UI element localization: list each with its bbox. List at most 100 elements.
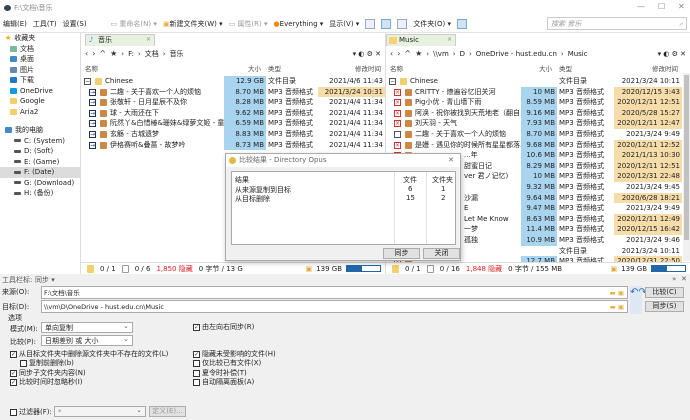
col-date[interactable]: 修改时间 <box>652 63 678 73</box>
option-checkbox[interactable]: 过滤器(F): <box>10 407 52 417</box>
define-filter-button[interactable]: 定义(E)... <box>149 406 186 417</box>
option-checkbox[interactable]: 复制前删除(b) <box>20 358 74 368</box>
maximize-button[interactable]: ☐ <box>658 2 665 11</box>
sync-checkbox[interactable]: × <box>394 89 401 96</box>
file-row[interactable]: −Chinese文件目录2021/3/24 10:11 <box>386 76 690 87</box>
path-segment[interactable]: 音乐 <box>170 49 184 59</box>
up-icon[interactable]: ^ <box>404 49 411 58</box>
sync-checkbox[interactable]: × <box>394 99 401 106</box>
checkbox-box[interactable] <box>193 370 200 377</box>
sidebar-drive[interactable]: H: (备份) <box>0 188 80 199</box>
tab-music[interactable]: ♪音乐× <box>85 34 155 46</box>
up-icon[interactable]: ^ <box>99 49 106 58</box>
sync-checkbox[interactable]: → <box>89 142 96 149</box>
sync-tool-icon[interactable] <box>457 19 467 29</box>
file-row[interactable]: 二趣 - 关于喜欢一个人的烦恼8.70 MBMP3 音频格式2021/3/24 … <box>386 129 690 140</box>
swap-icon[interactable]: ↶↷ <box>630 286 642 314</box>
dialog-close-button[interactable]: 关闭 <box>423 248 460 259</box>
checkbox-box[interactable] <box>10 409 17 416</box>
col-type[interactable]: 类型 <box>268 63 281 73</box>
source-field[interactable]: F:\文档\音乐▬ ▣ <box>41 286 628 299</box>
checkbox-box[interactable] <box>193 379 200 386</box>
menu-tools[interactable]: 工具(T) <box>33 19 57 29</box>
expand-icon[interactable]: − <box>84 78 91 85</box>
scrollbar-thumb[interactable] <box>684 75 689 240</box>
sidebar-item[interactable]: OneDrive <box>0 86 80 97</box>
viewer-icon[interactable] <box>397 19 407 29</box>
file-row[interactable]: →张敬轩 - 日月星辰不及你8.28 MBMP3 音频格式2021/4/4 11… <box>81 97 385 108</box>
sidebar-drive[interactable]: E: (Game) <box>0 157 80 168</box>
option-checkbox[interactable]: ✓由左向右同步(R) <box>193 322 254 332</box>
minimize-button[interactable]: — <box>637 2 645 11</box>
sync-checkbox[interactable]: → <box>89 89 96 96</box>
dialog-close-icon[interactable]: ✕ <box>448 154 454 167</box>
mode-select[interactable]: 单向复制 <box>41 322 133 333</box>
sync-checkbox[interactable]: → <box>89 131 96 138</box>
sync-checkbox[interactable] <box>394 131 401 138</box>
file-row[interactable]: →二趣 - 关于喜欢一个人的烦恼8.70 MBMP3 音频格式2021/3/24… <box>81 87 385 98</box>
sidebar-item[interactable]: 下载 <box>0 75 80 86</box>
path-segment[interactable]: OneDrive - hust.edu.cn <box>476 50 557 58</box>
path-segment[interactable]: F: <box>128 50 134 58</box>
file-row[interactable]: ×阿涣 - 祝你被找到天荒地老（翻自 ...9.16 MBMP3 音频格式202… <box>386 108 690 119</box>
folder-menu[interactable]: 文件夹(O) ▾ <box>413 19 451 29</box>
col-name[interactable]: 名称 <box>390 63 403 73</box>
search-input[interactable]: 搜索 音乐⌕ <box>547 17 687 30</box>
expand-icon[interactable]: − <box>389 78 396 85</box>
file-row[interactable]: ×是嫚 - 遇见你的时候所有星星都落...9.68 MBMP3 音频格式2020… <box>386 140 690 151</box>
col-type[interactable]: 类型 <box>559 63 572 73</box>
layout-icon[interactable] <box>365 19 375 29</box>
path-controls[interactable]: ▾ ◐ ⚙ ✕ <box>353 50 381 58</box>
option-checkbox[interactable]: 自动隔离面板(A) <box>193 377 254 387</box>
file-row[interactable]: −Chinese12.9 GB文件目录2021/4/6 11:43 <box>81 76 385 87</box>
compare-button[interactable]: 比较(C) <box>645 287 684 298</box>
toolbar-selector[interactable]: 同步 ▾ <box>35 275 55 285</box>
path-bar[interactable]: ‹›^★›F:›文档›音乐▾ ◐ ⚙ ✕ <box>81 47 385 60</box>
properties-button[interactable]: ▭ 属性(R) ▾ <box>229 19 268 29</box>
sync-checkbox[interactable]: → <box>89 120 96 127</box>
checkbox-box[interactable]: ✓ <box>10 351 17 358</box>
file-row[interactable]: ×Pig小优 - 青山墙下雨8.59 MBMP3 音频格式2020/12/11 … <box>386 97 690 108</box>
menu-edit[interactable]: 编辑(E) <box>3 19 27 29</box>
sync-checkbox[interactable]: × <box>394 110 401 117</box>
option-checkbox[interactable]: 仅比较已有文件(X) <box>193 358 261 368</box>
close-button[interactable]: ✕ <box>678 2 685 11</box>
display-menu[interactable]: 显示(V) ▾ <box>329 19 359 29</box>
sync-checkbox[interactable]: → <box>89 110 96 117</box>
path-segment[interactable]: D <box>460 50 465 58</box>
sidebar-item[interactable]: 文档 <box>0 44 80 55</box>
results-list[interactable]: 结果 文件 文件夹 从来源复制到目标 6 1 从目标删除 15 2 <box>231 171 456 245</box>
sync-checkbox[interactable]: × <box>394 142 401 149</box>
favorite-icon[interactable]: ★ <box>110 49 117 58</box>
sidebar-item[interactable]: Google <box>0 96 80 107</box>
sidebar-drive[interactable]: F: (Date) <box>0 167 80 178</box>
sidebar-pc[interactable]: 我的电脑 <box>0 125 80 136</box>
rename-button[interactable]: ▭ 重命名(N) ▾ <box>111 19 157 29</box>
col-name[interactable]: 名称 <box>85 63 98 73</box>
everything-button[interactable]: ●Everything ▾ <box>274 20 324 28</box>
col-size[interactable]: 大小 <box>539 63 552 73</box>
back-icon[interactable]: ‹ <box>390 49 393 58</box>
checkbox-box[interactable] <box>193 360 200 367</box>
option-checkbox[interactable]: ✓比较时间时忽略秒(I) <box>10 377 83 387</box>
path-segment[interactable]: Music <box>568 50 588 58</box>
path-segment[interactable]: 文档 <box>145 49 159 59</box>
col-size[interactable]: 大小 <box>248 63 261 73</box>
sidebar-drive[interactable]: G: (Download) <box>0 178 80 189</box>
favorite-icon[interactable]: ★ <box>415 49 422 58</box>
path-bar[interactable]: ‹›^★›\\vm›D›OneDrive - hust.edu.cn›Music… <box>386 47 690 60</box>
collapse-icon[interactable]: » <box>672 275 676 283</box>
file-row[interactable]: →球 - 大雨还在下9.62 MBMP3 音频格式2021/4/4 11:34 <box>81 108 385 119</box>
file-row[interactable]: ×CRITTY - 燎遍谷忆旧关河10 MBMP3 音频格式2020/12/15… <box>386 87 690 98</box>
checkbox-box[interactable] <box>20 360 27 367</box>
checkbox-box[interactable]: ✓ <box>193 324 200 331</box>
compare-select[interactable]: 日期差别 或 大小 <box>41 335 133 346</box>
back-icon[interactable]: ‹ <box>85 49 88 58</box>
forward-icon[interactable]: › <box>397 49 400 58</box>
sync-checkbox[interactable]: × <box>394 120 401 127</box>
menu-settings[interactable]: 设置(S) <box>63 19 87 29</box>
sidebar-drive[interactable]: C: (System) <box>0 136 80 147</box>
file-row[interactable]: →伊格赛听&叠蔷 - 故梦吟8.73 MBMP3 音频格式2021/4/4 11… <box>81 140 385 151</box>
file-row[interactable]: →阮然丫&白惜椿&珊妹&绿萝文姬 - 童...6.59 MBMP3 音频格式20… <box>81 118 385 129</box>
sync-checkbox[interactable]: → <box>89 99 96 106</box>
